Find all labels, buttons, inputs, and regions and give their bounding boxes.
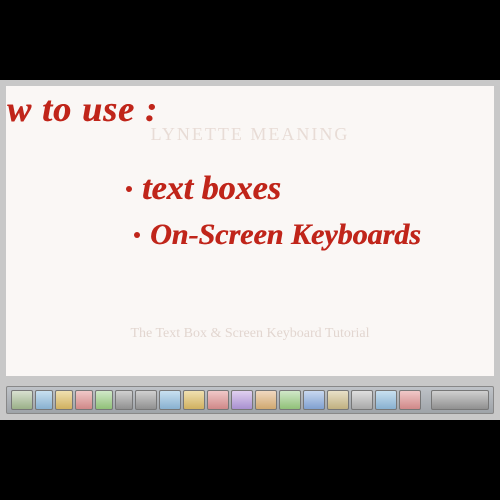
slide-faint-title: LYNETTE MEANING — [151, 124, 350, 145]
quick-launch-icon[interactable] — [95, 390, 113, 410]
quick-launch-icon[interactable] — [35, 390, 53, 410]
bullet-2-text: On-Screen Keyboards — [150, 218, 421, 251]
bullet-dot-icon — [126, 186, 132, 192]
taskbar-app[interactable] — [255, 390, 277, 410]
taskbar-app[interactable] — [231, 390, 253, 410]
bullet-1-text: text boxes — [142, 170, 281, 207]
windows-taskbar[interactable] — [6, 386, 494, 414]
start-button[interactable] — [11, 390, 33, 410]
taskbar-app[interactable] — [351, 390, 373, 410]
whiteboard-slide[interactable]: LYNETTE MEANING The Text Box & Screen Ke… — [6, 86, 494, 376]
handwritten-bullet-1: text boxes — [126, 170, 281, 208]
taskbar-app[interactable] — [159, 390, 181, 410]
quick-launch-icon[interactable] — [55, 390, 73, 410]
handwritten-heading: ow to use : — [6, 88, 158, 130]
taskbar-app[interactable] — [279, 390, 301, 410]
taskbar-app[interactable] — [303, 390, 325, 410]
taskbar-app[interactable] — [327, 390, 349, 410]
quick-launch-icon[interactable] — [75, 390, 93, 410]
taskbar-app[interactable] — [375, 390, 397, 410]
taskbar-app[interactable] — [399, 390, 421, 410]
quick-launch-icon[interactable] — [115, 390, 133, 410]
slide-faint-subtitle: The Text Box & Screen Keyboard Tutorial — [130, 326, 369, 342]
taskbar-app[interactable] — [183, 390, 205, 410]
taskbar-app[interactable] — [135, 390, 157, 410]
handwritten-bullet-2: On-Screen Keyboards — [134, 218, 421, 252]
system-tray[interactable] — [431, 390, 489, 410]
presentation-viewport: LYNETTE MEANING The Text Box & Screen Ke… — [0, 80, 500, 420]
bullet-dot-icon — [134, 232, 140, 238]
taskbar-app[interactable] — [207, 390, 229, 410]
